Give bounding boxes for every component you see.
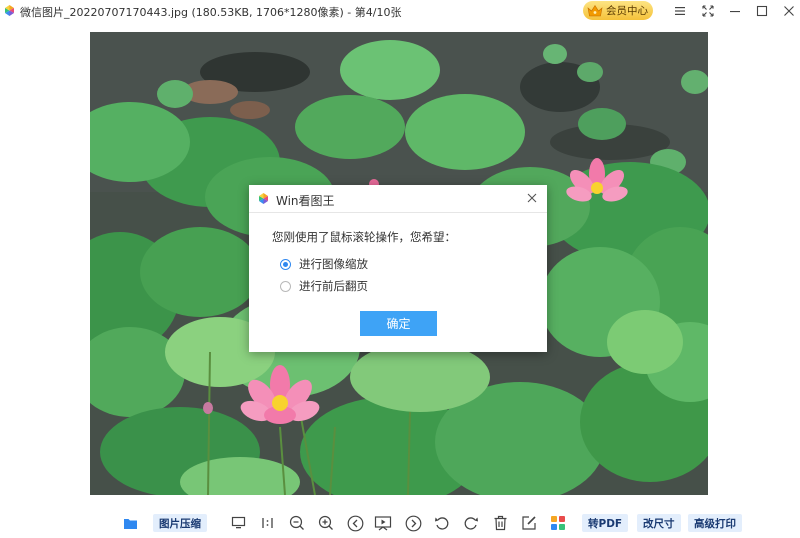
vip-center-label: 会员中心	[606, 5, 648, 17]
compress-button[interactable]: 图片压缩	[153, 514, 207, 532]
title-bar: 微信图片_20220707170443.jpg (180.53KB, 1706*…	[0, 0, 800, 22]
actual-size-button[interactable]	[258, 514, 276, 532]
resize-button[interactable]: 改尺寸	[637, 514, 681, 532]
zoom-in-button[interactable]	[317, 514, 335, 532]
rotate-left-icon	[435, 517, 449, 530]
actual-size-icon	[261, 518, 273, 528]
close-button[interactable]	[780, 2, 798, 20]
option-page-turn[interactable]: 进行前后翻页	[280, 278, 368, 294]
rotate-left-button[interactable]	[433, 514, 451, 532]
edit-button[interactable]	[520, 514, 538, 532]
advanced-print-button[interactable]: 高级打印	[688, 514, 742, 532]
radio-page-turn[interactable]	[280, 280, 291, 292]
delete-icon	[494, 515, 506, 531]
app-logo-icon	[5, 5, 14, 16]
menu-icon	[675, 7, 685, 15]
window-title: 微信图片_20220707170443.jpg (180.53KB, 1706*…	[20, 6, 402, 19]
convert-pdf-button[interactable]: 转PDF	[582, 514, 629, 532]
zoom-out-button[interactable]	[288, 514, 306, 532]
rotate-right-button[interactable]	[462, 514, 480, 532]
dialog-title-bar: Win看图王	[249, 185, 547, 213]
dialog-title: Win看图王	[276, 194, 335, 208]
dialog-close-icon[interactable]	[525, 191, 539, 205]
apps-button[interactable]	[549, 514, 567, 532]
minimize-button[interactable]	[726, 2, 744, 20]
next-button[interactable]	[404, 514, 422, 532]
fullscreen-icon	[702, 5, 714, 17]
menu-button[interactable]	[671, 2, 689, 20]
option-zoom-label: 进行图像缩放	[299, 257, 368, 271]
option-zoom[interactable]: 进行图像缩放	[280, 256, 368, 272]
open-folder-button[interactable]	[121, 514, 139, 532]
confirm-button[interactable]: 确定	[360, 311, 437, 336]
radio-zoom[interactable]	[280, 258, 291, 270]
folder-icon	[123, 518, 137, 529]
crown-icon	[587, 4, 603, 16]
maximize-icon	[756, 5, 768, 17]
apps-icon	[551, 516, 565, 530]
monitor-icon	[231, 516, 245, 529]
scroll-action-dialog: Win看图王 您刚使用了鼠标滚轮操作，您希望： 进行图像缩放 进行前后翻页 确定	[249, 185, 547, 352]
slideshow-icon	[374, 516, 392, 531]
prev-icon	[347, 515, 363, 531]
bottom-toolbar: 图片压缩 转PDF 改尺寸 高级打印	[0, 508, 800, 538]
slideshow-button[interactable]	[374, 514, 392, 532]
app-logo-icon	[259, 193, 268, 204]
maximize-button[interactable]	[753, 2, 771, 20]
zoom-in-icon	[318, 515, 333, 530]
previous-button[interactable]	[346, 514, 364, 532]
dialog-message: 您刚使用了鼠标滚轮操作，您希望：	[272, 230, 456, 244]
option-page-turn-label: 进行前后翻页	[299, 279, 368, 293]
delete-button[interactable]	[491, 514, 509, 532]
zoom-out-icon	[289, 515, 304, 530]
monitor-button[interactable]	[229, 514, 247, 532]
edit-icon	[522, 516, 536, 530]
rotate-right-icon	[464, 517, 478, 530]
close-icon	[784, 6, 794, 16]
next-icon	[405, 515, 421, 531]
fullscreen-button[interactable]	[699, 2, 717, 20]
minimize-icon	[730, 11, 740, 13]
vip-center-button[interactable]: 会员中心	[583, 1, 653, 20]
